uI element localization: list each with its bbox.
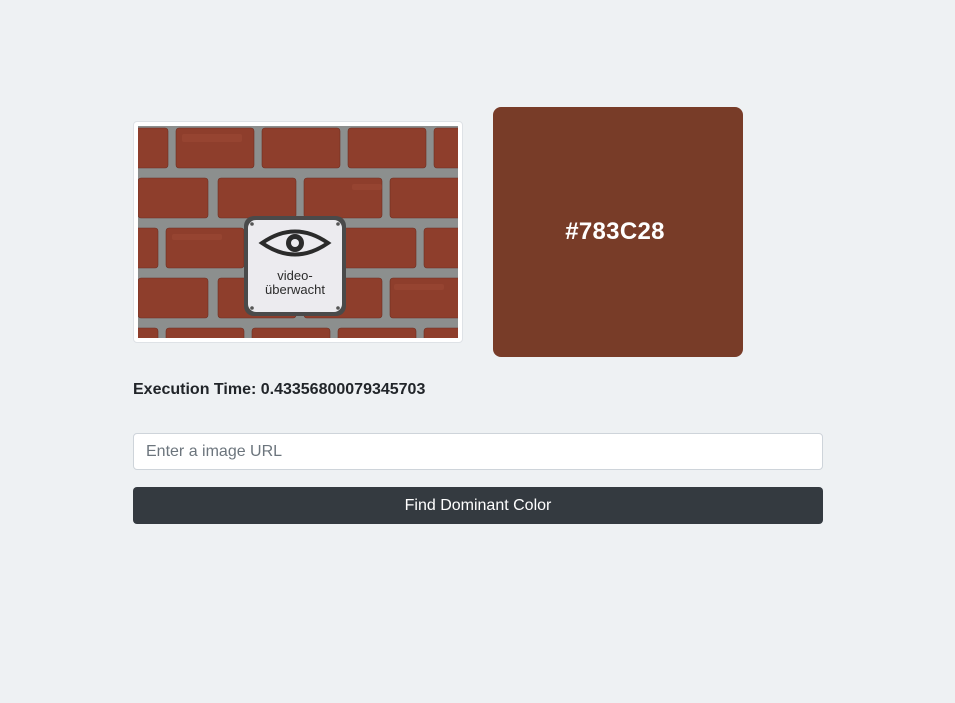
execution-time: Execution Time: 0.43356800079345703: [133, 381, 426, 398]
sign-text-line-2: überwacht: [265, 282, 325, 297]
dominant-color-hex: #783C28: [565, 218, 665, 245]
page: video- überwacht #783C28 Execution Time:…: [0, 0, 955, 703]
brick-wall-photo: video- überwacht: [138, 126, 458, 338]
surveillance-sign: video- überwacht: [244, 216, 346, 316]
find-dominant-color-button[interactable]: Find Dominant Color: [133, 487, 823, 524]
dominant-color-swatch: #783C28: [493, 107, 743, 357]
image-preview: video- überwacht: [133, 121, 463, 343]
sign-text-line-1: video-: [277, 268, 312, 283]
image-url-input[interactable]: [133, 433, 823, 470]
